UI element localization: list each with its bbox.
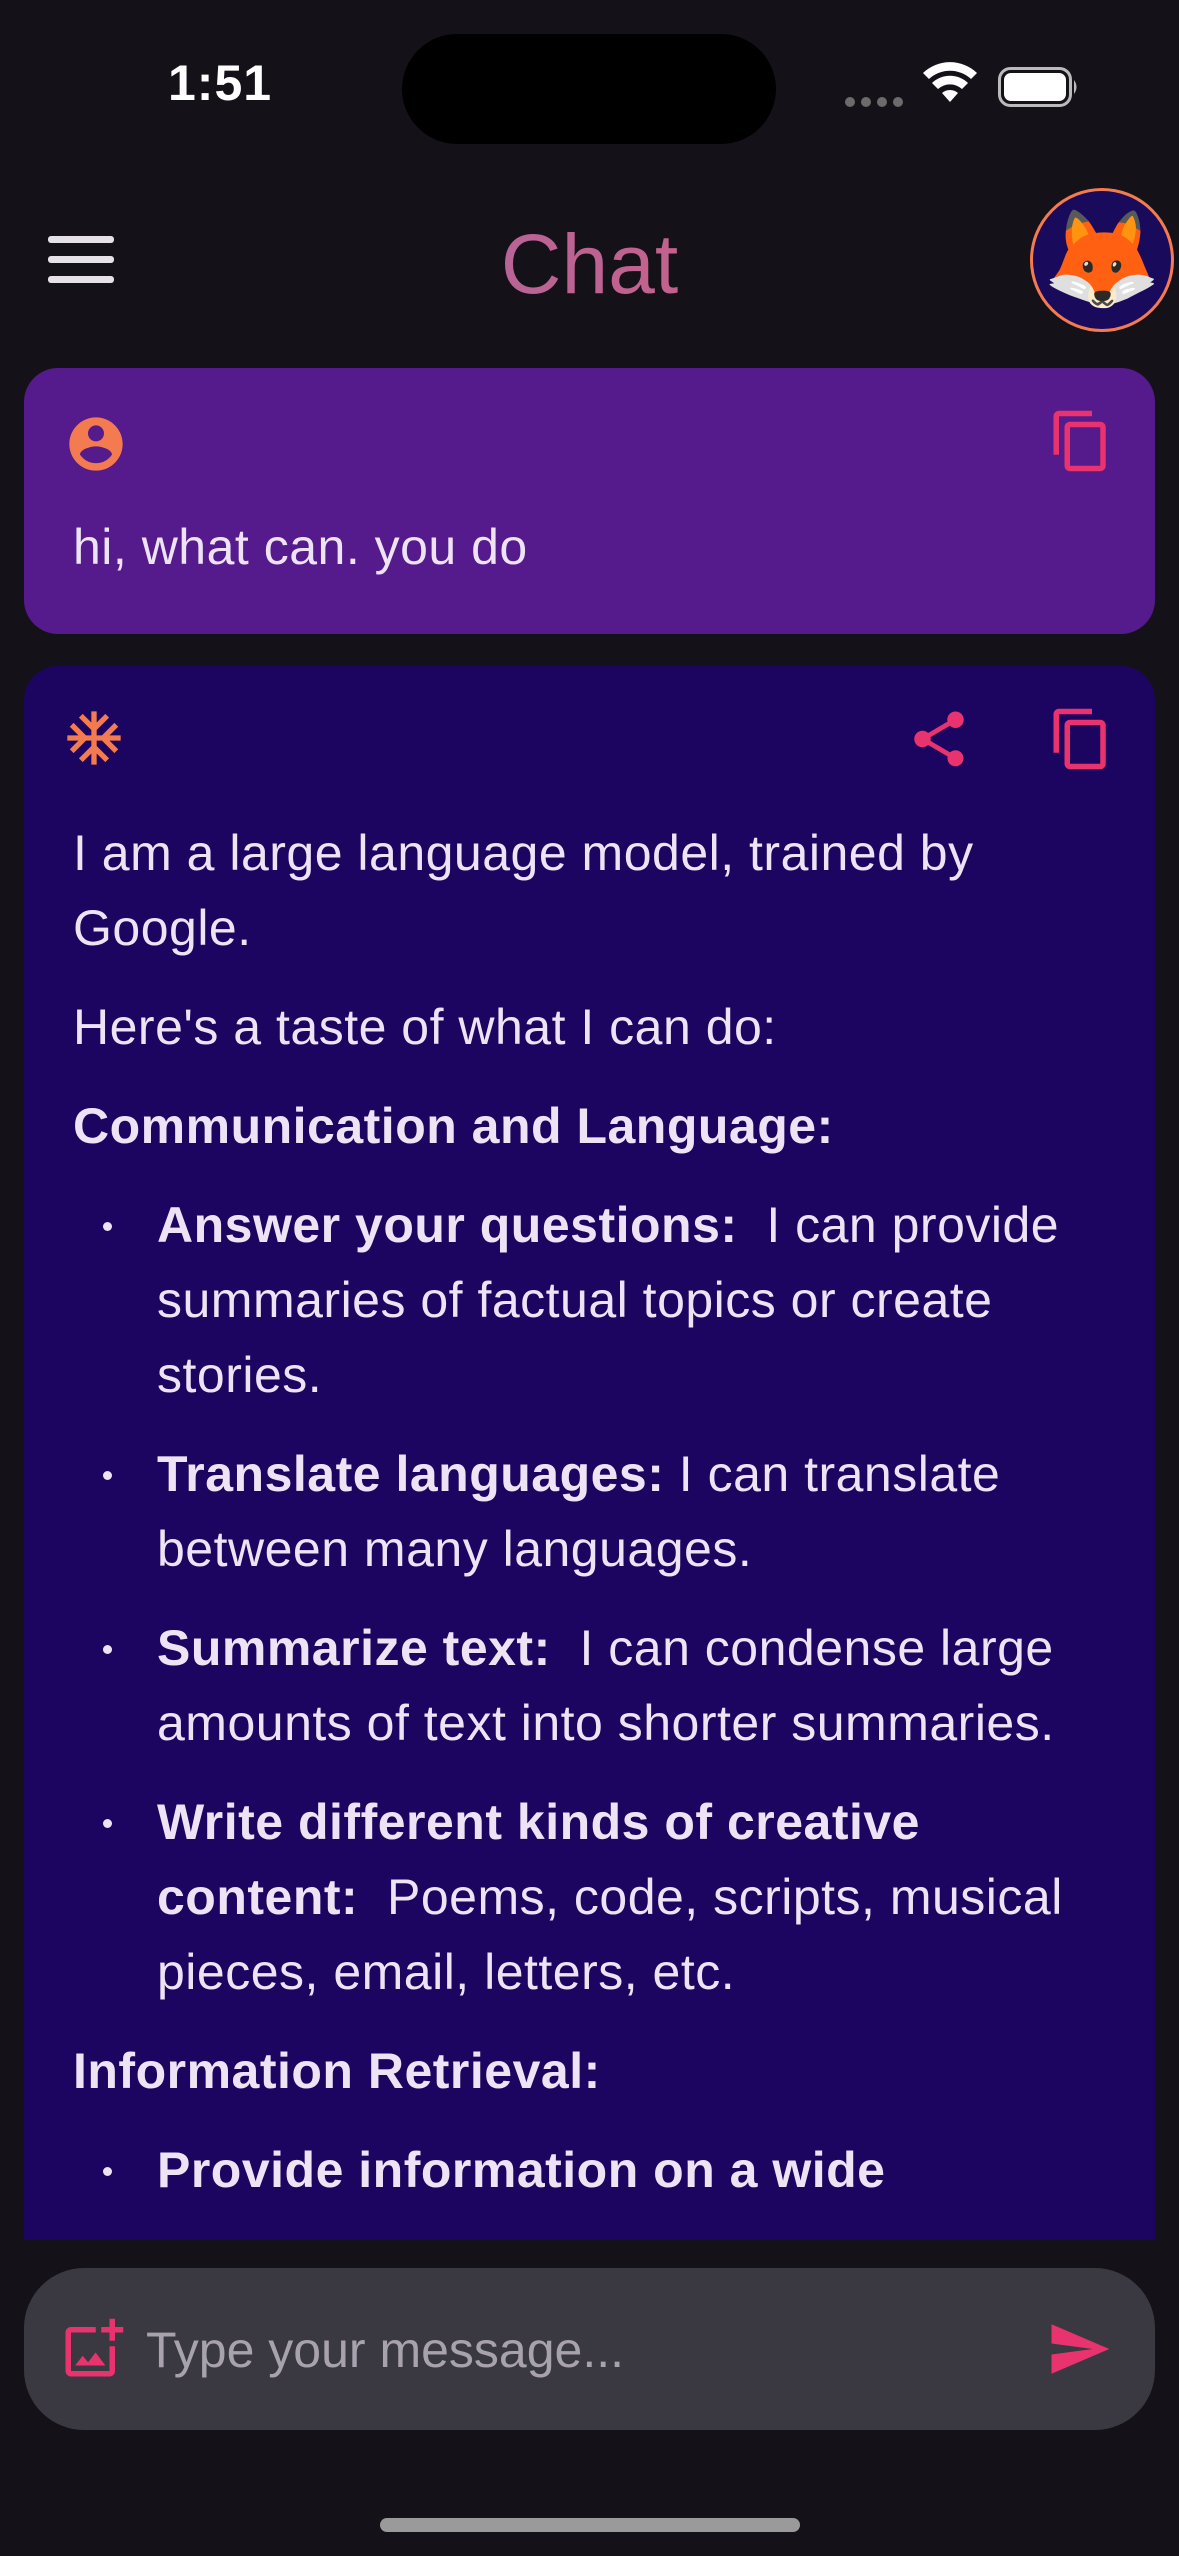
copy-button[interactable]: [1048, 408, 1114, 479]
list-item-title: Translate languages:: [157, 1446, 665, 1502]
add-photo-icon: [65, 2318, 124, 2377]
user-message-text: hi, what can. you do: [73, 519, 528, 575]
share-button[interactable]: [906, 706, 972, 777]
retrieval-list: Provide information on a wide: [73, 2133, 1113, 2208]
message-composer: [24, 2268, 1155, 2432]
account-circle-icon: [64, 412, 128, 481]
dynamic-island: [402, 34, 776, 144]
model-message-bubble: I am a large language model, trained by …: [24, 666, 1155, 2240]
status-bar: 1:51: [0, 0, 1179, 150]
status-time: 1:51: [168, 55, 273, 111]
send-button[interactable]: [1046, 2316, 1112, 2387]
snowflake-icon: [62, 706, 126, 775]
section-heading: Information Retrieval:: [73, 2043, 601, 2099]
fox-avatar-icon: 🦊: [1042, 206, 1162, 313]
list-item: Translate languages: I can translate bet…: [73, 1437, 1113, 1587]
wifi-icon: [922, 62, 978, 111]
copy-button[interactable]: [1048, 706, 1114, 777]
share-icon: [914, 711, 964, 767]
list-item: Summarize text: I can condense large amo…: [73, 1611, 1113, 1761]
taste-paragraph: Here's a taste of what I can do:: [73, 999, 777, 1055]
battery-icon: [998, 67, 1080, 112]
section-heading: Communication and Language:: [73, 1098, 834, 1154]
model-message-text: I am a large language model, trained by …: [73, 816, 1113, 2232]
copy-icon: [1053, 410, 1106, 472]
list-item: Write different kinds of creative conten…: [73, 1785, 1113, 2010]
capability-list: Answer your questions: I can provide sum…: [73, 1188, 1113, 2010]
list-item-title: Answer your questions:: [157, 1197, 738, 1253]
home-indicator[interactable]: [380, 2518, 800, 2532]
list-item: Provide information on a wide: [73, 2133, 1113, 2208]
copy-icon: [1053, 708, 1106, 770]
attach-image-button[interactable]: [60, 2316, 126, 2387]
avatar[interactable]: 🦊: [1030, 188, 1174, 332]
cellular-signal-icon: [845, 94, 909, 112]
app-bar: Chat 🦊: [0, 180, 1179, 340]
list-item-title: Provide information on a wide: [157, 2142, 886, 2198]
chat-message-list[interactable]: hi, what can. you do I am a large langua…: [0, 368, 1179, 2240]
message-input[interactable]: [144, 2268, 1028, 2432]
list-item: Answer your questions: I can provide sum…: [73, 1188, 1113, 1413]
list-item-title: Summarize text:: [157, 1620, 551, 1676]
intro-paragraph: I am a large language model, trained by …: [73, 825, 974, 956]
user-message-bubble: hi, what can. you do: [24, 368, 1155, 634]
send-icon: [1051, 2324, 1110, 2374]
page-title: Chat: [0, 216, 1179, 313]
